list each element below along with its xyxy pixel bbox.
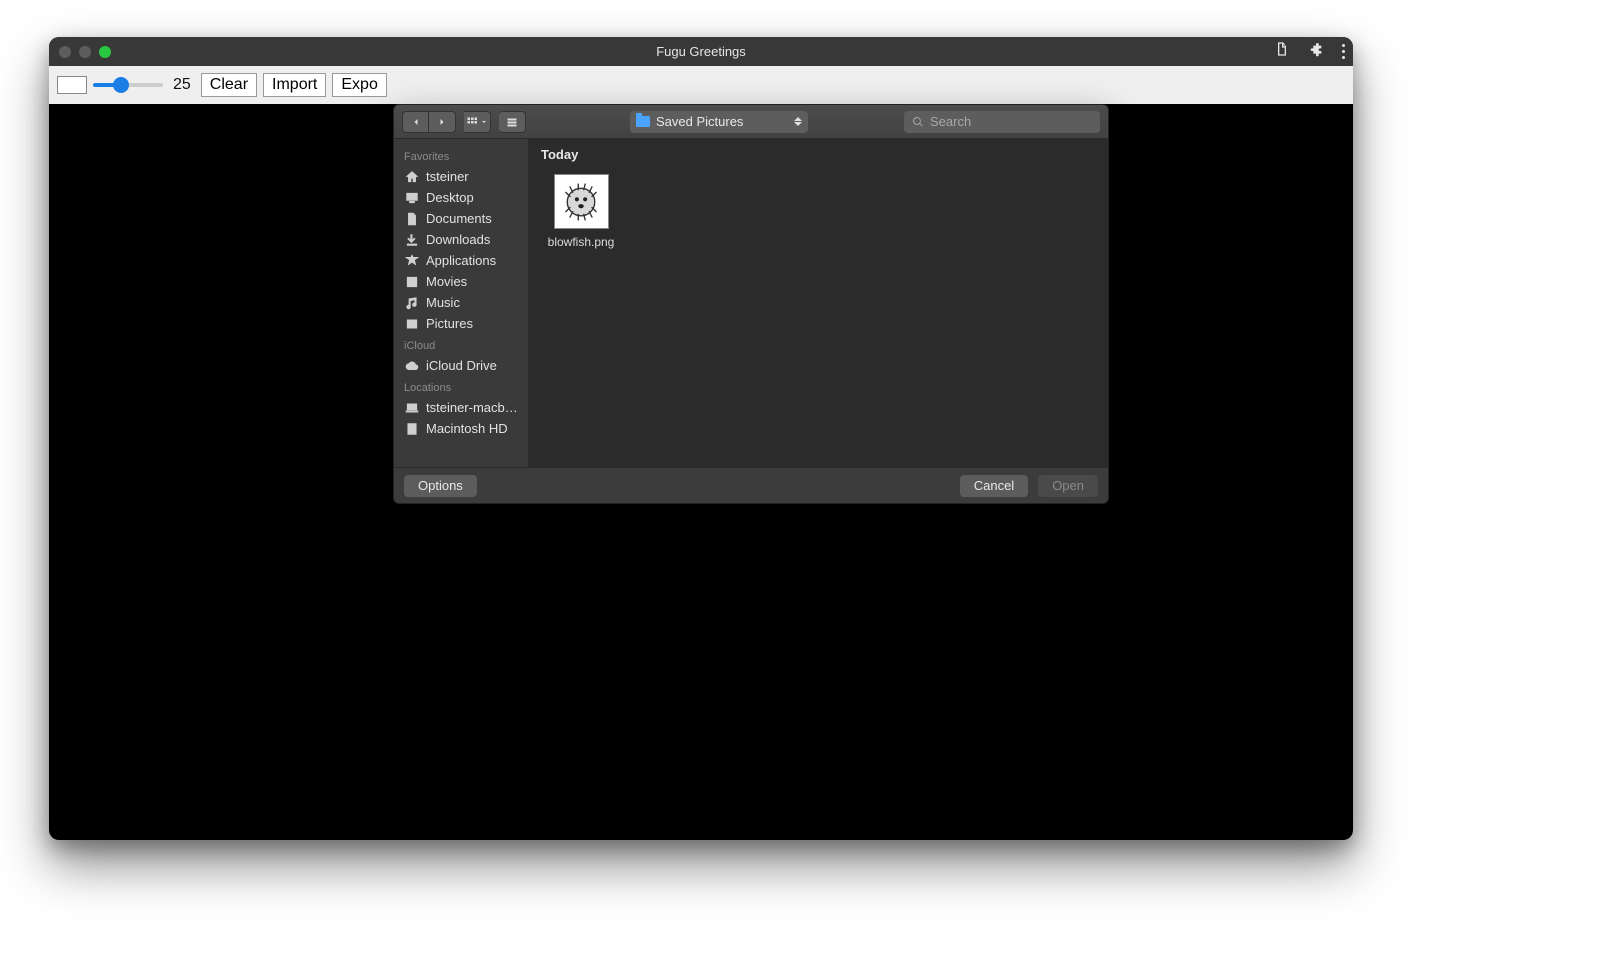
sidebar-item[interactable]: Music <box>394 292 528 313</box>
sidebar-item-label: iCloud Drive <box>426 358 497 373</box>
sidebar-item[interactable]: Movies <box>394 271 528 292</box>
extension-icon[interactable] <box>1308 41 1324 62</box>
path-dropdown-label: Saved Pictures <box>656 114 743 129</box>
nav-back-forward <box>402 111 456 133</box>
laptop-icon <box>404 400 419 415</box>
group-by-segment <box>499 111 526 133</box>
sidebar-item-label: Movies <box>426 274 467 289</box>
updown-icon <box>794 117 802 126</box>
options-button[interactable]: Options <box>404 475 477 497</box>
view-mode-segment <box>464 111 491 133</box>
sidebar-item-label: Macintosh HD <box>426 421 508 436</box>
desktop-icon <box>404 190 419 205</box>
icon-view-button[interactable] <box>464 111 491 133</box>
color-swatch[interactable] <box>57 76 87 94</box>
sidebar-item[interactable]: Applications <box>394 250 528 271</box>
cancel-button[interactable]: Cancel <box>960 475 1028 497</box>
sidebar-item-label: Downloads <box>426 232 490 247</box>
nav-back-button[interactable] <box>402 111 429 133</box>
close-window-button[interactable] <box>59 46 71 58</box>
sidebar-item[interactable]: Documents <box>394 208 528 229</box>
download-icon <box>404 232 419 247</box>
clear-button[interactable]: Clear <box>201 73 257 97</box>
sidebar-item-label: tsteiner-macb… <box>426 400 518 415</box>
file-list: Today blowfish.png <box>529 139 1108 467</box>
home-icon <box>404 169 419 184</box>
sidebar-section-header: iCloud <box>394 334 528 355</box>
maximize-window-button[interactable] <box>99 46 111 58</box>
cloud-icon <box>404 358 419 373</box>
kebab-menu-icon[interactable] <box>1342 44 1345 59</box>
app-window: Fugu Greetings 25 Clear Import Expo <box>49 37 1353 840</box>
file-grid: blowfish.png <box>529 168 1108 255</box>
brush-size-slider[interactable] <box>93 83 163 87</box>
group-header: Today <box>529 139 1108 168</box>
movie-icon <box>404 274 419 289</box>
title-bar-actions <box>1274 41 1345 62</box>
sidebar-item-label: Pictures <box>426 316 473 331</box>
minimize-window-button[interactable] <box>79 46 91 58</box>
search-icon <box>912 116 924 128</box>
file-name: blowfish.png <box>548 235 615 249</box>
music-icon <box>404 295 419 310</box>
search-placeholder: Search <box>930 114 971 129</box>
sidebar-item[interactable]: Desktop <box>394 187 528 208</box>
sidebar-item-label: Music <box>426 295 460 310</box>
group-by-button[interactable] <box>499 111 526 133</box>
sidebar: Favorites tsteiner Desktop Documents Downloa… <box>394 139 529 467</box>
file-open-dialog: Saved Pictures Search Favorites tsteiner D… <box>393 104 1109 504</box>
folder-icon <box>636 116 650 127</box>
export-button[interactable]: Expo <box>332 73 386 97</box>
dialog-body: Favorites tsteiner Desktop Documents Downloa… <box>394 139 1108 467</box>
apps-icon <box>404 253 419 268</box>
sidebar-item[interactable]: Pictures <box>394 313 528 334</box>
doc-icon <box>404 211 419 226</box>
dialog-toolbar: Saved Pictures Search <box>394 105 1108 139</box>
file-item[interactable]: blowfish.png <box>541 174 621 249</box>
sidebar-item-label: Applications <box>426 253 496 268</box>
disk-icon <box>404 421 419 436</box>
sidebar-item-label: Desktop <box>426 190 474 205</box>
dialog-footer: Options Cancel Open <box>394 467 1108 503</box>
sidebar-item[interactable]: Macintosh HD <box>394 418 528 439</box>
sidebar-item-label: tsteiner <box>426 169 469 184</box>
sidebar-item[interactable]: tsteiner <box>394 166 528 187</box>
app-title: Fugu Greetings <box>49 44 1353 59</box>
sidebar-item-label: Documents <box>426 211 492 226</box>
import-button[interactable]: Import <box>263 73 326 97</box>
sidebar-item[interactable]: Downloads <box>394 229 528 250</box>
sidebar-item[interactable]: iCloud Drive <box>394 355 528 376</box>
document-icon[interactable] <box>1274 41 1290 62</box>
file-thumbnail <box>554 174 609 229</box>
sidebar-section-header: Favorites <box>394 145 528 166</box>
nav-forward-button[interactable] <box>429 111 456 133</box>
search-field[interactable]: Search <box>904 111 1100 133</box>
sidebar-item[interactable]: tsteiner-macb… <box>394 397 528 418</box>
pictures-icon <box>404 316 419 331</box>
sidebar-section-header: Locations <box>394 376 528 397</box>
open-button[interactable]: Open <box>1038 475 1098 497</box>
app-toolbar: 25 Clear Import Expo <box>49 66 1353 104</box>
title-bar: Fugu Greetings <box>49 37 1353 66</box>
path-dropdown[interactable]: Saved Pictures <box>630 111 808 133</box>
slider-value: 25 <box>169 76 195 94</box>
window-controls <box>59 46 111 58</box>
